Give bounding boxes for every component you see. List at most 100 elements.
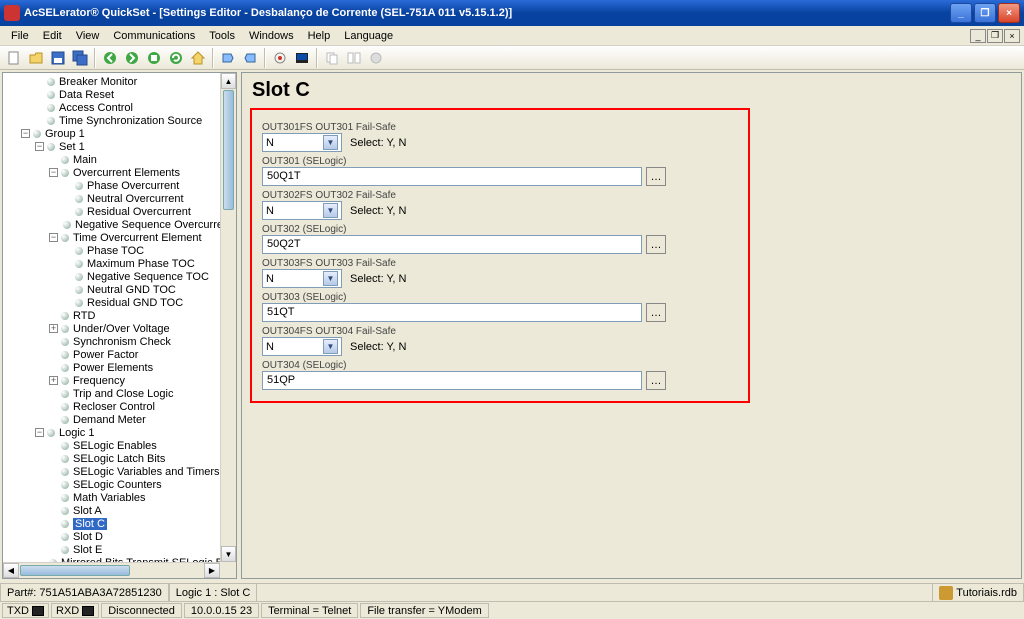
tree-item[interactable]: Residual GND TOC [7,296,220,309]
merge-icon[interactable] [344,48,364,68]
tree-item[interactable]: RTD [7,309,220,322]
scroll-up-icon[interactable]: ▲ [221,73,236,89]
dropdown-arrow-icon[interactable]: ▼ [323,135,338,150]
tree-item-label: Time Synchronization Source [59,115,202,127]
tree-item[interactable]: Residual Overcurrent [7,205,220,218]
options-icon[interactable] [366,48,386,68]
receive-icon[interactable] [240,48,260,68]
home-icon[interactable] [188,48,208,68]
tree-horizontal-scrollbar[interactable]: ◀ ▶ [3,562,220,578]
tree-item[interactable]: Slot D [7,530,220,543]
selogic-input[interactable]: 51QP [262,371,642,390]
mdi-restore-button[interactable]: ❐ [987,29,1003,43]
expand-toggle-icon[interactable]: − [49,233,58,242]
stop-icon[interactable] [144,48,164,68]
expand-toggle-icon[interactable]: + [49,376,58,385]
tree-item[interactable]: Power Factor [7,348,220,361]
tree-item[interactable]: Data Reset [7,88,220,101]
tree-item[interactable]: Power Elements [7,361,220,374]
tree-item[interactable]: SELogic Variables and Timers [7,465,220,478]
scroll-right-icon[interactable]: ▶ [204,563,220,578]
menu-windows[interactable]: Windows [242,28,301,44]
new-icon[interactable] [4,48,24,68]
tree-item[interactable]: SELogic Counters [7,478,220,491]
tree-item[interactable]: Math Variables [7,491,220,504]
expand-toggle-icon[interactable]: − [21,129,30,138]
selogic-input[interactable]: 51QT [262,303,642,322]
tree-item[interactable]: Phase Overcurrent [7,179,220,192]
tree-item[interactable]: Maximum Phase TOC [7,257,220,270]
menu-file[interactable]: File [4,28,36,44]
tree-item[interactable]: Negative Sequence TOC [7,270,220,283]
maximize-button[interactable]: ❐ [974,3,996,23]
tree-item[interactable]: Main [7,153,220,166]
tree-item[interactable]: −Logic 1 [7,426,220,439]
selogic-input[interactable]: 50Q1T [262,167,642,186]
tree-item[interactable]: Phase TOC [7,244,220,257]
menu-view[interactable]: View [69,28,107,44]
close-button[interactable]: × [998,3,1020,23]
tree-item[interactable]: Neutral GND TOC [7,283,220,296]
tree-item[interactable]: Slot C [7,517,220,530]
open-icon[interactable] [26,48,46,68]
copy-icon[interactable] [322,48,342,68]
menu-communications[interactable]: Communications [106,28,202,44]
tree-item[interactable]: Access Control [7,101,220,114]
menu-edit[interactable]: Edit [36,28,69,44]
terminal-icon[interactable] [292,48,312,68]
failsafe-select[interactable]: N▼ [262,269,342,288]
dropdown-arrow-icon[interactable]: ▼ [323,203,338,218]
selogic-input[interactable]: 50Q2T [262,235,642,254]
expression-builder-button[interactable]: … [646,371,666,390]
forward-icon[interactable] [122,48,142,68]
expand-toggle-icon[interactable]: − [35,142,44,151]
expand-toggle-icon[interactable]: − [49,168,58,177]
failsafe-select[interactable]: N▼ [262,133,342,152]
dropdown-arrow-icon[interactable]: ▼ [323,339,338,354]
tree-item[interactable]: SELogic Enables [7,439,220,452]
tree-item[interactable]: +Under/Over Voltage [7,322,220,335]
tree-item[interactable]: Breaker Monitor [7,75,220,88]
tree-item-label: Power Factor [73,349,138,361]
tree-item[interactable]: −Group 1 [7,127,220,140]
tree-item[interactable]: Slot E [7,543,220,556]
save-all-icon[interactable] [70,48,90,68]
tree-item[interactable]: Time Synchronization Source [7,114,220,127]
refresh-icon[interactable] [166,48,186,68]
minimize-button[interactable]: _ [950,3,972,23]
tree-item[interactable]: +Frequency [7,374,220,387]
expression-builder-button[interactable]: … [646,303,666,322]
tree-item[interactable]: Neutral Overcurrent [7,192,220,205]
expression-builder-button[interactable]: … [646,167,666,186]
tree-item[interactable]: Demand Meter [7,413,220,426]
save-icon[interactable] [48,48,68,68]
tree-item[interactable]: −Set 1 [7,140,220,153]
tree-vertical-scrollbar[interactable]: ▲ ▼ [220,73,236,562]
send-icon[interactable] [218,48,238,68]
failsafe-select[interactable]: N▼ [262,337,342,356]
expand-toggle-icon[interactable]: + [49,324,58,333]
back-icon[interactable] [100,48,120,68]
scroll-thumb-h[interactable] [20,565,130,576]
scroll-thumb[interactable] [223,90,234,210]
hmi-icon[interactable] [270,48,290,68]
tree-item[interactable]: SELogic Latch Bits [7,452,220,465]
menu-tools[interactable]: Tools [202,28,242,44]
menu-language[interactable]: Language [337,28,400,44]
mdi-close-button[interactable]: × [1004,29,1020,43]
tree-item[interactable]: Slot A [7,504,220,517]
expand-toggle-icon[interactable]: − [35,428,44,437]
failsafe-select[interactable]: N▼ [262,201,342,220]
tree-item[interactable]: Recloser Control [7,400,220,413]
dropdown-arrow-icon[interactable]: ▼ [323,271,338,286]
tree-item[interactable]: −Overcurrent Elements [7,166,220,179]
expression-builder-button[interactable]: … [646,235,666,254]
tree-item[interactable]: Trip and Close Logic [7,387,220,400]
tree-item[interactable]: −Time Overcurrent Element [7,231,220,244]
tree-item[interactable]: Negative Sequence Overcurrent [7,218,220,231]
mdi-minimize-button[interactable]: _ [970,29,986,43]
scroll-left-icon[interactable]: ◀ [3,563,19,578]
tree-item[interactable]: Synchronism Check [7,335,220,348]
scroll-down-icon[interactable]: ▼ [221,546,236,562]
menu-help[interactable]: Help [301,28,338,44]
